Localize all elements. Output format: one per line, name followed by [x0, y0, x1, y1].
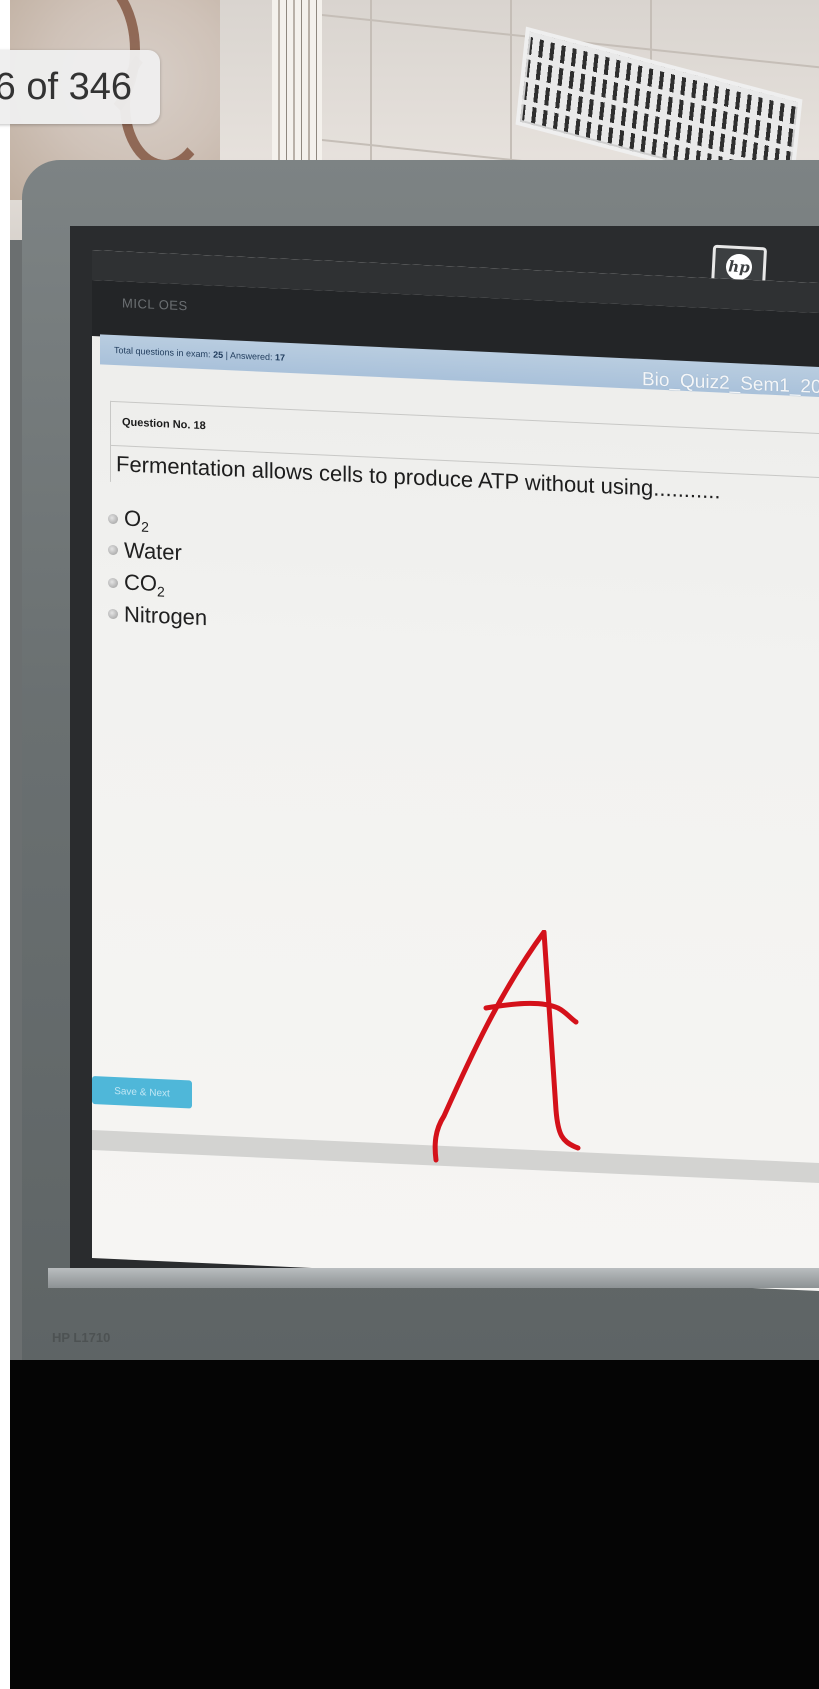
monitor-model-label: HP L1710 [52, 1330, 111, 1345]
window-blind [272, 0, 322, 185]
answered-value: 17 [275, 352, 286, 363]
total-questions-value: 25 [213, 349, 224, 360]
option-label: O2 [124, 505, 149, 535]
brand-logo-text: hp [725, 253, 753, 281]
monitor-bottom-edge [48, 1268, 819, 1288]
option-label: Nitrogen [124, 601, 208, 631]
answer-option-co2[interactable]: CO2 [108, 569, 165, 600]
total-questions-label: Total questions in exam: [114, 344, 211, 360]
app-title: MICL OES [122, 295, 188, 314]
answered-label: Answered: [229, 350, 273, 363]
handwritten-annotation-a [432, 930, 581, 1163]
page-counter: 6 of 346 [0, 50, 160, 124]
option-label: CO2 [124, 569, 165, 600]
answer-option-nitrogen[interactable]: Nitrogen [108, 601, 207, 632]
annotation-crossbar [483, 1000, 579, 1025]
answer-option-water[interactable]: Water [108, 537, 182, 566]
radio-button[interactable] [108, 544, 118, 556]
radio-button[interactable] [108, 513, 118, 525]
answer-option-o2[interactable]: O2 [108, 505, 149, 535]
radio-button[interactable] [108, 577, 118, 589]
radio-button[interactable] [108, 608, 118, 620]
info-separator: | [225, 350, 228, 361]
desk-shadow [10, 1360, 819, 1689]
photo-scene: hp MICL OES Total questions in exam: 25 … [0, 0, 819, 1689]
annotation-stroke [432, 930, 581, 1163]
option-label: Water [124, 537, 182, 566]
page-margin [0, 0, 10, 1689]
save-next-button[interactable]: Save & Next [92, 1076, 192, 1109]
